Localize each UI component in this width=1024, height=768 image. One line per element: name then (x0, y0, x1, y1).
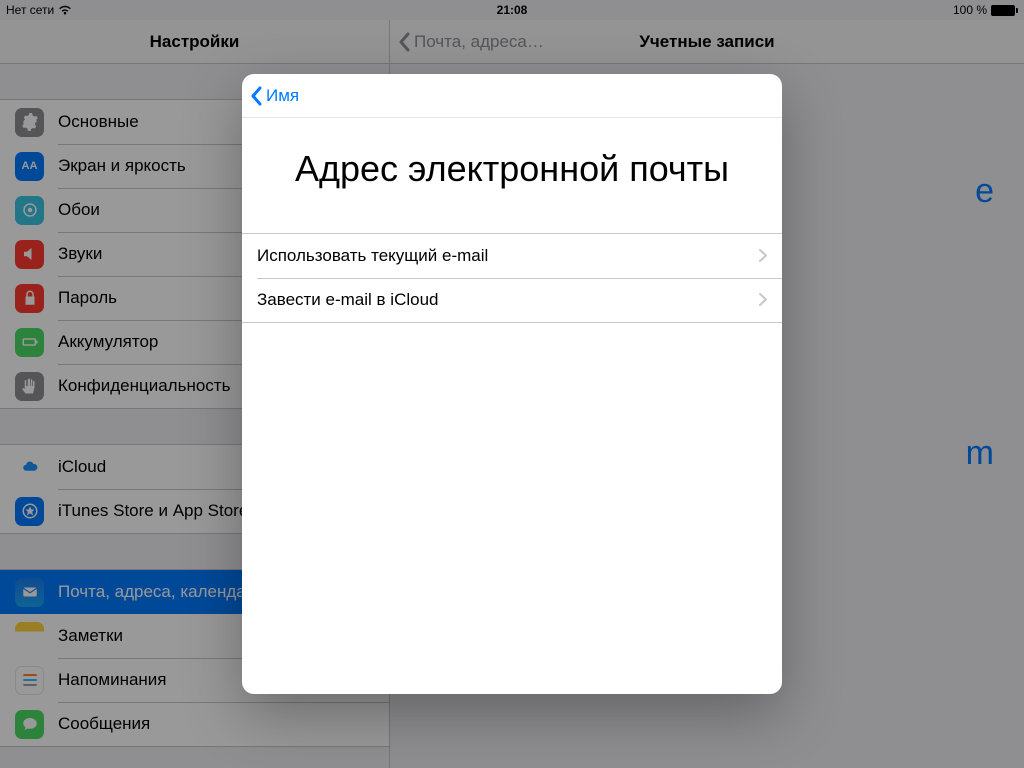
chevron-right-icon (759, 249, 767, 262)
modal-navbar: Имя (242, 74, 782, 118)
option-label: Завести e-mail в iCloud (257, 290, 438, 310)
modal-back-button[interactable]: Имя (242, 86, 299, 106)
modal-options: Использовать текущий e-mail Завести e-ma… (242, 233, 782, 323)
modal-back-label: Имя (266, 86, 299, 106)
option-label: Использовать текущий e-mail (257, 246, 488, 266)
modal-title: Адрес электронной почты (242, 118, 782, 233)
option-get-icloud-email[interactable]: Завести e-mail в iCloud (242, 278, 782, 322)
chevron-right-icon (759, 293, 767, 306)
option-use-current-email[interactable]: Использовать текущий e-mail (242, 234, 782, 278)
email-address-modal: Имя Адрес электронной почты Использовать… (242, 74, 782, 694)
chevron-left-icon (250, 86, 262, 106)
